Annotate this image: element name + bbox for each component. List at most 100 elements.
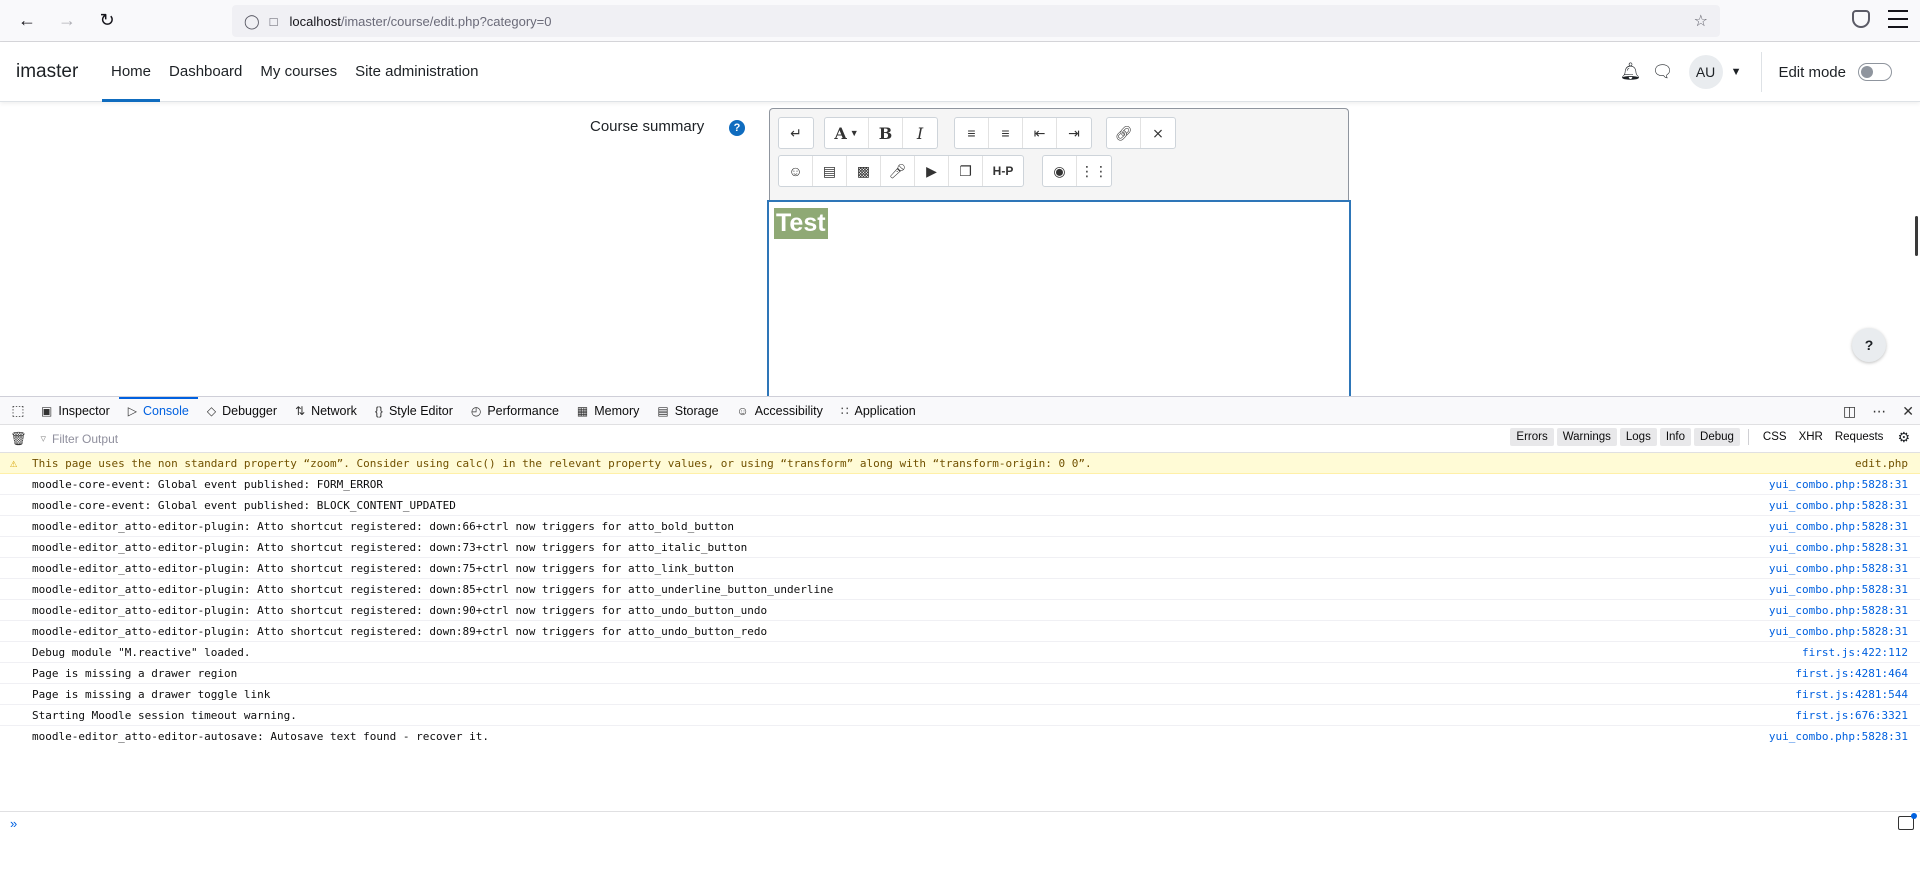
log-source-link[interactable]: yui_combo.php:5828:31 bbox=[1769, 520, 1908, 533]
microphone-icon[interactable]: 🎤︎ bbox=[881, 156, 915, 186]
help-fab-button[interactable]: ? bbox=[1852, 328, 1886, 362]
forward-arrow-icon[interactable]: → bbox=[52, 6, 82, 36]
log-source-link[interactable]: yui_combo.php:5828:31 bbox=[1769, 562, 1908, 575]
devtools-tabs: ▣ Inspector ▷ Console ◇ Debugger ⇅ Network {} Sty… bbox=[32, 396, 925, 425]
filter-xhr-button[interactable]: XHR bbox=[1793, 428, 1829, 446]
user-avatar[interactable]: AU bbox=[1688, 55, 1723, 89]
network-icon: ⇅ bbox=[295, 403, 306, 418]
course-summary-editor[interactable]: Test bbox=[767, 200, 1351, 396]
gear-icon[interactable]: ⚙ bbox=[1897, 429, 1910, 446]
shield-icon[interactable]: ◯ bbox=[244, 13, 260, 30]
log-source-link[interactable]: yui_combo.php:5828:31 bbox=[1769, 541, 1908, 554]
h5p-button[interactable]: H-P bbox=[983, 156, 1023, 186]
log-source-link[interactable]: edit.php bbox=[1855, 457, 1908, 470]
tab-accessibility[interactable]: ☺ Accessibility bbox=[728, 397, 832, 425]
trash-icon[interactable]: 🗑︎ bbox=[10, 431, 27, 447]
element-picker-icon[interactable]: ⬚ bbox=[4, 397, 32, 425]
toolbar-group-collapse: ↵ bbox=[778, 117, 814, 149]
filter-output-input[interactable]: Filter Output bbox=[52, 432, 118, 446]
dock-side-icon[interactable]: ◫ bbox=[1843, 403, 1856, 420]
filter-warnings-button[interactable]: Warnings bbox=[1556, 428, 1617, 446]
bold-button[interactable]: B bbox=[869, 118, 903, 148]
log-source-link[interactable]: first.js:4281:464 bbox=[1795, 667, 1908, 680]
tab-memory[interactable]: ▦ Memory bbox=[568, 397, 649, 425]
tab-network[interactable]: ⇅ Network bbox=[286, 397, 366, 425]
devtools-controls: ◫ ⋯ ✕ bbox=[1827, 397, 1914, 425]
bookmark-star-icon[interactable]: ☆ bbox=[1694, 11, 1708, 31]
filter-logs-button[interactable]: Logs bbox=[1619, 428, 1657, 446]
unlink-icon[interactable]: ⨯ bbox=[1141, 118, 1175, 148]
site-brand[interactable]: imaster bbox=[0, 42, 102, 101]
page-info-icon[interactable]: □ bbox=[270, 14, 278, 29]
nav-home[interactable]: Home bbox=[102, 42, 161, 102]
style-editor-icon: {} bbox=[374, 403, 383, 418]
log-source-link[interactable]: yui_combo.php:5828:31 bbox=[1769, 499, 1908, 512]
emoji-icon[interactable]: ☺ bbox=[779, 156, 813, 186]
accessibility-checker-icon[interactable]: ◉ bbox=[1043, 156, 1077, 186]
tab-label: Style Editor bbox=[388, 403, 453, 418]
close-icon[interactable]: ✕ bbox=[1902, 403, 1914, 420]
filter-info-button[interactable]: Info bbox=[1659, 428, 1692, 446]
log-source-link[interactable]: first.js:422:112 bbox=[1802, 646, 1908, 659]
log-source-link[interactable]: yui_combo.php:5828:31 bbox=[1769, 478, 1908, 491]
pocket-icon[interactable] bbox=[1852, 10, 1870, 28]
nav-my-courses[interactable]: My courses bbox=[251, 42, 346, 101]
console-warning-row: ⚠ This page uses the non standard proper… bbox=[0, 453, 1920, 474]
log-source-link[interactable]: yui_combo.php:5828:31 bbox=[1769, 583, 1908, 596]
page-scrollbar[interactable] bbox=[1915, 216, 1918, 256]
edit-mode-toggle[interactable] bbox=[1858, 63, 1892, 81]
navbar-right: 🔔︎ 🗨︎ AU ▼ Edit mode bbox=[1615, 42, 1892, 102]
link-icon[interactable]: 🔗︎ bbox=[1107, 118, 1141, 148]
tab-label: Accessibility bbox=[754, 403, 823, 418]
tab-storage[interactable]: ▤ Storage bbox=[648, 397, 727, 425]
reload-icon[interactable]: ↻ bbox=[92, 6, 122, 36]
filter-errors-button[interactable]: Errors bbox=[1510, 428, 1554, 446]
console-output: ⚠ This page uses the non standard proper… bbox=[0, 453, 1920, 745]
nav-site-administration[interactable]: Site administration bbox=[346, 42, 487, 101]
media-file-icon[interactable]: ▩ bbox=[847, 156, 881, 186]
toolbar-group-lists: ≡ ≡ ⇤ ⇥ bbox=[954, 117, 1092, 149]
tab-debugger[interactable]: ◇ Debugger bbox=[198, 397, 286, 425]
filter-requests-button[interactable]: Requests bbox=[1829, 428, 1890, 446]
screenreader-helper-icon[interactable]: ⋮⋮ bbox=[1077, 156, 1111, 186]
editor-mode-icon[interactable] bbox=[1898, 813, 1917, 830]
log-message: Debug module "M.reactive" loaded. bbox=[32, 645, 251, 659]
storage-icon: ▤ bbox=[657, 403, 669, 418]
image-icon[interactable]: ▤ bbox=[813, 156, 847, 186]
log-source-link[interactable]: first.js:676:3321 bbox=[1795, 709, 1908, 722]
url-bar[interactable]: ◯ □ localhost/imaster/course/edit.php?ca… bbox=[232, 5, 1720, 37]
divider bbox=[1761, 52, 1763, 92]
messages-icon[interactable]: 🗨︎ bbox=[1647, 62, 1679, 82]
outdent-icon[interactable]: ⇤ bbox=[1023, 118, 1057, 148]
tab-style-editor[interactable]: {} Style Editor bbox=[366, 397, 462, 425]
unordered-list-icon[interactable]: ≡ bbox=[955, 118, 989, 148]
more-options-icon[interactable]: ⋯ bbox=[1872, 403, 1886, 420]
tab-console[interactable]: ▷ Console bbox=[118, 396, 198, 425]
tab-performance[interactable]: ◴ Performance bbox=[462, 397, 568, 425]
chevron-down-icon[interactable]: ▼ bbox=[1731, 66, 1742, 78]
ordered-list-icon[interactable]: ≡ bbox=[989, 118, 1023, 148]
log-source-link[interactable]: yui_combo.php:5828:31 bbox=[1769, 604, 1908, 617]
log-source-link[interactable]: first.js:4281:544 bbox=[1795, 688, 1908, 701]
tab-inspector[interactable]: ▣ Inspector bbox=[32, 397, 119, 425]
log-source-link[interactable]: yui_combo.php:5828:31 bbox=[1769, 625, 1908, 638]
notification-bell-icon[interactable]: 🔔︎ bbox=[1615, 62, 1647, 82]
tab-application[interactable]: ∷ Application bbox=[832, 397, 925, 425]
filter-debug-button[interactable]: Debug bbox=[1694, 428, 1740, 446]
back-arrow-icon[interactable]: ← bbox=[12, 6, 42, 36]
font-style-button[interactable]: A ▼ bbox=[825, 118, 869, 148]
tab-label: Console bbox=[143, 403, 189, 418]
console-input[interactable]: » bbox=[0, 811, 1920, 835]
primary-navigation: Home Dashboard My courses Site administr… bbox=[102, 42, 488, 102]
help-icon[interactable]: ? bbox=[729, 120, 745, 136]
manage-files-icon[interactable]: ❐ bbox=[949, 156, 983, 186]
log-source-link[interactable]: yui_combo.php:5828:31 bbox=[1769, 730, 1908, 743]
edit-mode-label: Edit mode bbox=[1778, 63, 1846, 81]
italic-button[interactable]: I bbox=[903, 118, 937, 148]
video-camera-icon[interactable]: ▶ bbox=[915, 156, 949, 186]
collapse-toolbar-icon[interactable]: ↵ bbox=[779, 118, 813, 148]
indent-icon[interactable]: ⇥ bbox=[1057, 118, 1091, 148]
hamburger-menu-icon[interactable] bbox=[1888, 10, 1908, 28]
nav-dashboard[interactable]: Dashboard bbox=[160, 42, 251, 101]
filter-css-button[interactable]: CSS bbox=[1757, 428, 1793, 446]
